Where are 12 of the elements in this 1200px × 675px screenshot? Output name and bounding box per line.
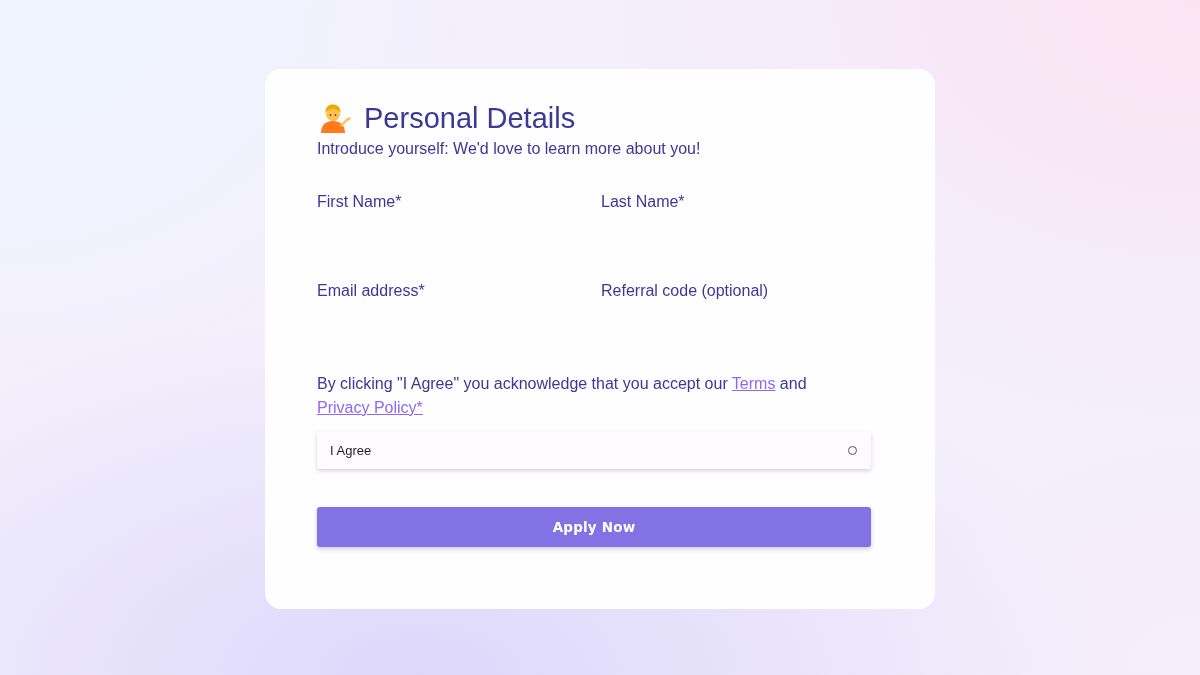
agree-option[interactable]: I Agree bbox=[317, 431, 871, 469]
field-label: First Name* bbox=[317, 193, 402, 211]
apply-button[interactable]: Apply Now bbox=[317, 507, 871, 547]
field-label: Email address* bbox=[317, 282, 425, 300]
form-subtitle: Introduce yourself: We'd love to learn more about you! bbox=[317, 139, 702, 159]
consent-text: By clicking "I Agree" you acknowledge that you accept our Terms and Privacy Policy* bbox=[317, 374, 808, 418]
policy-link[interactable]: Terms bbox=[731, 375, 776, 392]
person-tipping-hand-icon bbox=[320, 103, 352, 133]
policy-link[interactable]: Privacy Policy* bbox=[317, 399, 423, 416]
field-label: Last Name* bbox=[601, 193, 685, 211]
form-title: Personal Details bbox=[364, 101, 576, 136]
field-label: Referral code (optional) bbox=[601, 282, 769, 300]
